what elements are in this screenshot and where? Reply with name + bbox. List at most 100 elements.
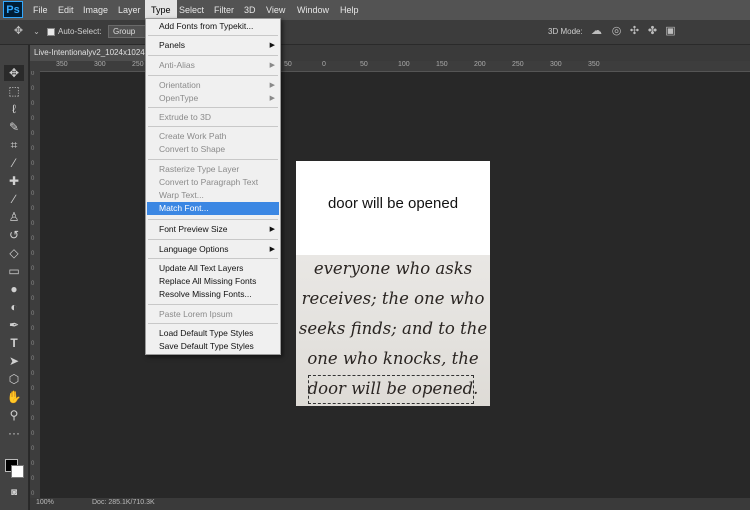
verse-line: everyone who asks	[313, 259, 473, 278]
zoom-level[interactable]: 100%	[36, 499, 54, 506]
gradient-tool-icon[interactable]: ▭	[4, 263, 24, 279]
marquee-selection[interactable]	[308, 375, 474, 404]
menu-item-panels[interactable]: Panels ▶	[147, 39, 279, 52]
document-canvas[interactable]: door will be opened everyone who asks re…	[296, 161, 490, 406]
menu-window[interactable]: Window	[291, 0, 335, 20]
scripture-photo: everyone who asks receives; the one who …	[296, 255, 490, 406]
ruler-label: 250	[512, 61, 524, 68]
ruler-tick: 0	[31, 371, 35, 377]
ruler-label: 200	[474, 61, 486, 68]
menu-bar: Ps File Edit Image Layer Type Select Fil…	[0, 0, 750, 20]
ruler-tick: 0	[31, 191, 35, 197]
dodge-tool-icon[interactable]: ◐	[4, 299, 24, 315]
auto-select-checkbox[interactable]	[47, 28, 55, 36]
ruler-tick: 0	[31, 281, 35, 287]
ruler-tick: 0	[31, 101, 35, 107]
3d-scale-icon[interactable]: ▣	[664, 25, 677, 38]
menu-item-font-preview-size[interactable]: Font Preview Size ▶	[147, 223, 279, 236]
3d-slide-icon[interactable]: ✤	[646, 25, 659, 38]
menu-item-language-options[interactable]: Language Options ▶	[147, 243, 279, 256]
zoom-tool-icon[interactable]: ⚲	[4, 407, 24, 423]
ruler-tick: 0	[31, 341, 35, 347]
menu-type[interactable]: Type	[145, 0, 177, 20]
menu-layer[interactable]: Layer	[112, 0, 147, 20]
shape-tool-icon[interactable]: ⬡	[4, 371, 24, 387]
document-tab[interactable]: Live-Intentionalyv2_1024x1024...	[30, 45, 148, 61]
3d-roll-icon[interactable]: ◎	[610, 25, 623, 38]
match-font-sample-text: door will be opened	[327, 195, 459, 212]
3d-orbit-icon[interactable]: ☁	[590, 25, 603, 38]
chevron-down-icon[interactable]: ⌄	[30, 25, 43, 38]
menu-item-resolve-missing-fonts[interactable]: Resolve Missing Fonts...	[147, 288, 279, 301]
3d-mode-label: 3D Mode:	[548, 27, 583, 36]
move-tool-icon[interactable]: ✥	[4, 65, 24, 81]
menu-item-orientation: Orientation ▶	[159, 80, 275, 90]
ruler-tick: 0	[31, 71, 35, 77]
quick-select-tool-icon[interactable]: ✎	[4, 119, 24, 135]
menu-3d[interactable]: 3D	[238, 0, 262, 20]
options-bar: ✥ ⌄ Auto-Select: Group 3D Mode: ☁ ◎ ✣ ✤ …	[0, 20, 750, 45]
healing-brush-tool-icon[interactable]: ✚	[4, 173, 24, 189]
menu-item-update-all-text-layers[interactable]: Update All Text Layers	[147, 262, 279, 275]
menu-item-convert-to-paragraph: Convert to Paragraph Text	[159, 177, 259, 187]
menu-item-match-font[interactable]: Match Font...	[147, 202, 279, 215]
ruler-tick: 0	[31, 416, 35, 422]
submenu-arrow-icon: ▶	[269, 62, 275, 69]
ruler-tick: 0	[31, 236, 35, 242]
ruler-tick: 0	[31, 311, 35, 317]
menu-filter[interactable]: Filter	[208, 0, 240, 20]
history-brush-tool-icon[interactable]: ↺	[4, 227, 24, 243]
blur-tool-icon[interactable]: ●	[4, 281, 24, 297]
ruler-tick: 0	[31, 446, 35, 452]
pen-tool-icon[interactable]: ✒	[4, 317, 24, 333]
type-menu-dropdown: Add Fonts from Typekit... Panels ▶ Anti-A…	[145, 18, 281, 355]
ruler-tick: 0	[31, 386, 35, 392]
menu-item-replace-missing-fonts[interactable]: Replace All Missing Fonts	[147, 275, 279, 288]
ruler-tick: 0	[31, 461, 35, 467]
ruler-tick: 0	[31, 296, 35, 302]
ruler-label: 100	[398, 61, 410, 68]
type-tool-icon[interactable]: T	[4, 335, 24, 351]
ruler-label: 150	[436, 61, 448, 68]
clone-stamp-tool-icon[interactable]: ♙	[4, 209, 24, 225]
ruler-tick: 0	[31, 251, 35, 257]
menu-item-add-fonts-typekit[interactable]: Add Fonts from Typekit...	[147, 20, 279, 33]
crop-tool-icon[interactable]: ⌗	[4, 137, 24, 153]
menu-help[interactable]: Help	[334, 0, 365, 20]
menu-item-extrude-3d: Extrude to 3D	[159, 112, 211, 122]
path-select-tool-icon[interactable]: ➤	[4, 353, 24, 369]
ruler-tick: 0	[31, 116, 35, 122]
ruler-tick: 0	[31, 86, 35, 92]
eyedropper-tool-icon[interactable]: ⁄	[4, 155, 24, 171]
background-color-swatch[interactable]	[11, 465, 24, 478]
ruler-label: 50	[284, 61, 292, 68]
menu-file[interactable]: File	[27, 0, 54, 20]
quick-mask-icon[interactable]: ◙	[4, 485, 24, 501]
hand-tool-icon[interactable]: ✋	[4, 389, 24, 405]
eraser-tool-icon[interactable]: ◇	[4, 245, 24, 261]
menu-view[interactable]: View	[260, 0, 291, 20]
3d-pan-icon[interactable]: ✣	[628, 25, 641, 38]
ruler-label: 300	[550, 61, 562, 68]
menu-select[interactable]: Select	[173, 0, 210, 20]
submenu-arrow-icon: ▶	[269, 95, 275, 102]
move-tool-icon[interactable]: ✥	[12, 25, 25, 38]
ruler-tick: 0	[31, 206, 35, 212]
marquee-tool-icon[interactable]: ⬚	[4, 83, 24, 99]
verse-line: receives; the one who	[301, 289, 485, 308]
tools-panel: ✥ ⬚ ℓ ✎ ⌗ ⁄ ✚ ∕ ♙ ↺ ◇ ▭ ● ◐ ✒ T ➤ ⬡ ✋ ⚲ …	[0, 45, 29, 510]
menu-item-convert-to-shape: Convert to Shape	[159, 144, 226, 154]
brush-tool-icon[interactable]: ∕	[4, 191, 24, 207]
menu-item-load-default-type-styles[interactable]: Load Default Type Styles	[147, 327, 279, 340]
menu-item-create-work-path: Create Work Path	[159, 131, 227, 141]
ruler-tick: 0	[31, 431, 35, 437]
menu-image[interactable]: Image	[77, 0, 114, 20]
ruler-tick: 0	[31, 161, 35, 167]
submenu-arrow-icon: ▶	[269, 82, 275, 89]
more-tools-icon[interactable]: ···	[4, 425, 24, 441]
lasso-tool-icon[interactable]: ℓ	[4, 101, 24, 117]
menu-edit[interactable]: Edit	[52, 0, 80, 20]
menu-item-paste-lorem-ipsum: Paste Lorem Ipsum	[159, 309, 233, 319]
auto-select-dropdown[interactable]: Group	[108, 25, 148, 38]
menu-item-save-default-type-styles[interactable]: Save Default Type Styles	[147, 340, 279, 353]
